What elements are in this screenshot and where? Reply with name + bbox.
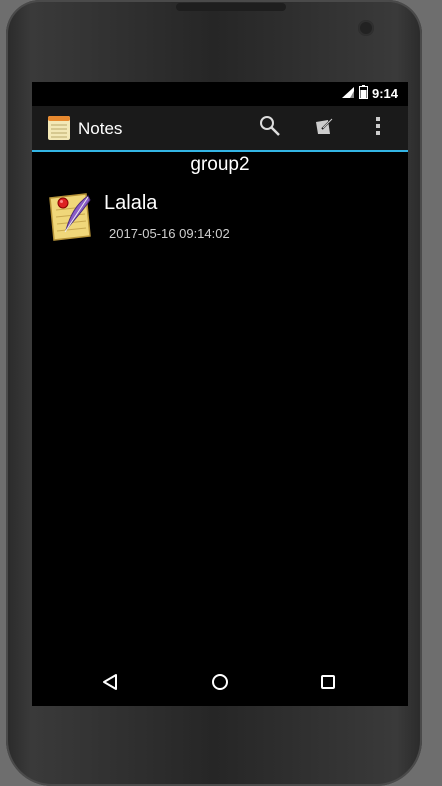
home-icon <box>211 673 229 696</box>
new-note-button[interactable] <box>308 114 340 142</box>
note-title: Lalala <box>104 192 158 214</box>
front-camera <box>358 20 374 36</box>
search-button[interactable] <box>254 114 286 142</box>
recents-icon <box>320 674 336 695</box>
battery-icon <box>358 85 368 102</box>
navigation-bar <box>32 660 408 706</box>
overflow-menu-icon <box>375 116 381 141</box>
back-icon <box>101 673 119 696</box>
phone-frame: 9:14 Notes group2 Lalala 2017-05-16 09:1… <box>6 0 422 786</box>
group-header: group2 <box>190 154 250 175</box>
overflow-menu-button[interactable] <box>362 114 394 142</box>
status-icons: 9:14 <box>341 85 398 102</box>
recents-button[interactable] <box>308 670 348 698</box>
home-button[interactable] <box>200 670 240 698</box>
signal-icon <box>341 86 355 102</box>
new-note-icon <box>314 116 334 141</box>
note-quill-icon <box>46 190 94 242</box>
notepad-icon[interactable] <box>48 116 70 140</box>
note-date: 2017-05-16 09:14:02 <box>109 226 230 241</box>
back-button[interactable] <box>90 670 130 698</box>
note-list-item[interactable]: Lalala 2017-05-16 09:14:02 <box>32 186 408 246</box>
action-bar: Notes <box>32 106 408 152</box>
status-time: 9:14 <box>371 86 398 101</box>
status-bar: 9:14 <box>32 82 408 104</box>
search-icon <box>259 115 281 142</box>
speaker-grille <box>176 3 286 11</box>
screen: 9:14 Notes group2 Lalala 2017-05-16 09:1… <box>32 82 408 706</box>
app-title: Notes <box>78 119 123 138</box>
